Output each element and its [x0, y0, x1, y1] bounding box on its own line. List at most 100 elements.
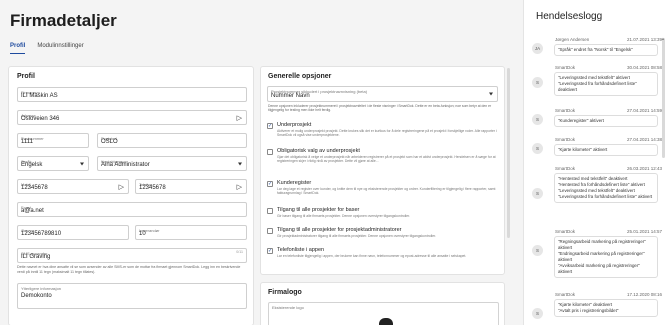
orgnr-field[interactable]: Org. nr 123456789810 [17, 225, 129, 240]
company-logo-card: Firmalogo Eksisterende logo [260, 282, 505, 325]
avatar: S [532, 188, 543, 199]
project-number-select[interactable]: Prosjektnummer sikkudert i prosjektnavnv… [267, 86, 498, 102]
kunderegister-checkbox[interactable]: ✓ [267, 181, 273, 187]
chevron-down-icon [80, 162, 84, 165]
leverandor-value: 10 [139, 231, 146, 237]
info-field[interactable]: Ytterligere informasjon Demokonto [17, 283, 247, 309]
logo-image [379, 318, 393, 325]
log-message: "Kjørte kilometer" deaktivert "Avtalt pr… [554, 299, 658, 317]
obligatorisk-checkbox[interactable] [267, 149, 273, 155]
telefon-field[interactable]: Telefon 12345678 ▷ [135, 179, 247, 194]
info-label: Ytterligere informasjon [21, 286, 62, 291]
tab-modulinnstillinger[interactable]: Modulinnstillinger [37, 43, 83, 54]
chevron-down-icon [238, 162, 242, 165]
profile-card-title: Profil [17, 73, 35, 80]
chevron-down-icon [489, 92, 493, 96]
log-line: "Regningsarbeid markering på registrerin… [558, 239, 646, 250]
log-line: "Avviksarbeid markering på registreringe… [558, 262, 640, 274]
log-line: "Avtalt pris i registreringsbildet" [558, 307, 619, 313]
telefonliste-title: Telefonliste i appen [277, 247, 325, 253]
kontaktperson-select[interactable]: Kontaktperson Aina Administrator [97, 156, 247, 171]
underprosjekt-desc: Aktiverer et mulig underprosjekt prosjek… [277, 129, 497, 138]
firmanavn-field[interactable]: Firmanavn ILI Maskin AS [17, 87, 247, 102]
sprak-select[interactable]: Språk Engelsk [17, 156, 89, 171]
call-icon[interactable]: ▷ [119, 183, 124, 191]
log-message: "Kunderegister" aktivert [554, 115, 658, 127]
sprak-value: Engelsk [21, 162, 43, 168]
log-user: Jørgen Andersen [555, 37, 590, 42]
firmanavn-value: ILI Maskin AS [21, 93, 58, 99]
obligatorisk-title: Obligatorisk valg av underprosjekt [277, 148, 360, 154]
general-options-title: Generelle opsjoner [268, 73, 332, 80]
existing-logo-label: Eksisterende logo [272, 305, 304, 310]
telefonliste-desc: Lar en telefonliste tilgjengelig i appen… [277, 254, 467, 258]
log-user: SmartDok [555, 229, 576, 234]
avatar: S [532, 308, 543, 319]
sms-char-counter: 0/11 [236, 250, 243, 254]
tilgang-prosjektadmin-title: Tilgang til alle prosjekter for prosjekt… [277, 227, 402, 233]
epost-field[interactable]: Epost a@a.net [17, 202, 247, 217]
log-message: "Regningsarbeid markering på registrerin… [554, 236, 658, 278]
log-user: SmartDok [555, 166, 576, 171]
kontaktperson-value: Aina Administrator [101, 162, 150, 168]
log-line: "Endringsarbeid markering på registrerin… [558, 250, 645, 262]
navigate-icon[interactable]: ▷ [237, 114, 242, 122]
epost-value: a@a.net [21, 208, 44, 214]
log-user: SmartDok [555, 292, 576, 297]
tilgang-baser-desc: Gir baser tilgang til alle firmaets pros… [277, 214, 411, 218]
tilgang-prosjektadmin-desc: Gir prosjektadministratorer tilgang til … [277, 234, 437, 238]
underprosjekt-title: Underprosjekt [277, 122, 312, 128]
avatar: S [532, 143, 543, 154]
underprosjekt-checkbox[interactable]: ✓ [267, 123, 273, 129]
log-line: "Kjørte kilometer" aktivert [558, 147, 608, 152]
postnummer-field[interactable]: Postnummer 1111 [17, 133, 89, 148]
call-icon[interactable]: ▷ [237, 183, 242, 191]
log-time: 17.12.2020 08:16 [626, 292, 662, 297]
avatar: S [532, 77, 543, 88]
adresse-value: Osloveien 346 [21, 116, 60, 122]
options-scrollbar[interactable] [507, 68, 510, 238]
log-message: "Hentested med tekstfelt" deaktivert "He… [554, 173, 658, 203]
log-message: "Leveringssted med tekstfelt" aktivert "… [554, 72, 658, 96]
tilgang-baser-checkbox[interactable] [267, 208, 273, 214]
main-content: Firmadetaljer Profil Modulinnstillinger … [0, 0, 523, 325]
log-user: SmartDok [555, 108, 576, 113]
telefonliste-checkbox[interactable]: ✓ [267, 248, 273, 254]
log-time: 21.07.2021 13:39 [626, 37, 662, 42]
adresse-field[interactable]: Adresse Osloveien 346 ▷ [17, 110, 247, 125]
sms-sender-field[interactable]: SMS-avsender ILI Graving 0/11 [17, 248, 247, 263]
log-user: SmartDok [555, 137, 576, 142]
info-value: Demokonto [21, 293, 52, 299]
mobil-value: 12345678 [21, 185, 48, 191]
project-number-help: Denne opsjonen inkluderer prosjektnummer… [268, 104, 492, 113]
telefon-value: 12345678 [139, 185, 166, 191]
avatar: S [532, 245, 543, 256]
poststed-value: OSLO [101, 139, 118, 145]
leverandor-field[interactable]: Leverandør 10 [135, 225, 247, 240]
log-time: 26.03.2021 12:43 [626, 166, 662, 171]
poststed-field[interactable]: Poststed OSLO [97, 133, 247, 148]
log-time: 25.01.2021 14:57 [626, 229, 662, 234]
event-log-scrollbar[interactable] [662, 38, 665, 158]
tilgang-prosjektadmin-checkbox[interactable] [267, 228, 273, 234]
profile-card: Profil Firmanavn ILI Maskin AS Adresse O… [8, 66, 254, 325]
mobil-field[interactable]: Mobil 12345678 ▷ [17, 179, 129, 194]
tilgang-baser-title: Tilgang til alle prosjekter for baser [277, 207, 360, 213]
log-time: 27.04.2021 14:38 [626, 137, 662, 142]
kunderegister-title: Kunderegister [277, 180, 312, 186]
company-logo-title: Firmalogo [268, 289, 302, 296]
tab-bar: Profil Modulinnstillinger [10, 43, 84, 54]
sms-sender-help: Dette navnet er hva dine ansatte vil se … [17, 265, 241, 274]
log-line: "Leveringssted fra forhåndsdefinert list… [558, 80, 637, 92]
log-line: "Hentested fra forhåndsdefinert liste" a… [558, 181, 645, 187]
sms-sender-value: ILI Graving [21, 254, 51, 260]
orgnr-value: 123456789810 [21, 231, 62, 237]
log-message: "Kjørte kilometer" aktivert [554, 144, 658, 156]
existing-logo-box[interactable]: Eksisterende logo [268, 302, 499, 325]
log-time: 27.04.2021 14:59 [626, 108, 662, 113]
log-user: SmartDok [555, 65, 576, 70]
avatar: JA [532, 43, 543, 54]
event-log-title: Hendelseslogg [536, 11, 603, 22]
tab-profil[interactable]: Profil [10, 43, 26, 54]
kunderegister-desc: Lar deg lage et register over kunder, og… [277, 187, 496, 196]
